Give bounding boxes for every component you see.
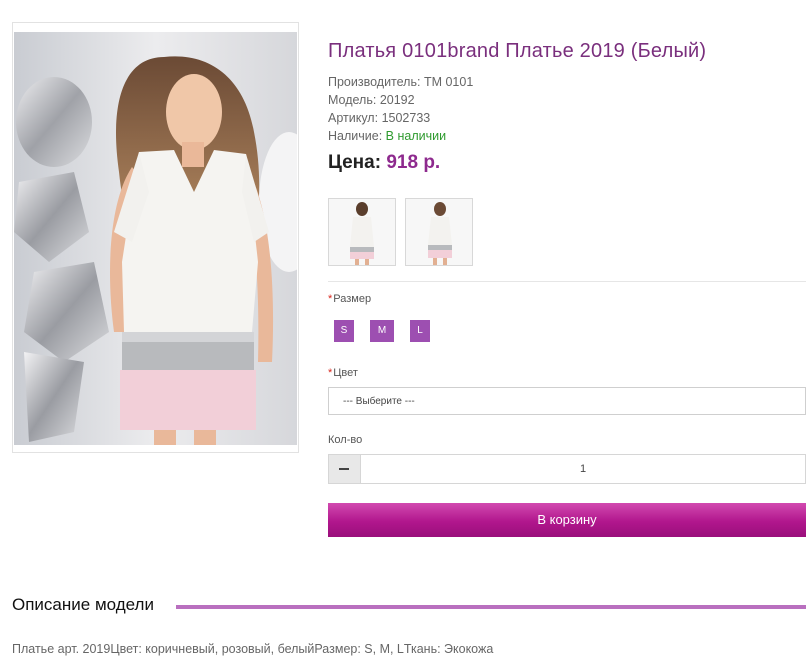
- thumbnail-image: [406, 199, 472, 265]
- model-row: Модель: 20192: [328, 93, 415, 107]
- size-option-m[interactable]: M: [370, 320, 394, 342]
- price-row: Цена: 918 р.: [328, 152, 440, 174]
- product-title: Платья 0101brand Платье 2019 (Белый): [328, 40, 707, 62]
- minus-icon: [339, 468, 349, 470]
- qty-label: Кол-во: [328, 434, 363, 446]
- model-value: 20192: [379, 93, 415, 107]
- product-thumbnail[interactable]: [405, 198, 473, 266]
- color-label-row: *Цвет: [328, 367, 358, 379]
- add-to-cart-button[interactable]: В корзину: [328, 503, 806, 537]
- sku-row: Артикул: 1502733: [328, 111, 430, 125]
- divider: [328, 281, 806, 282]
- size-label-row: *Размер: [328, 293, 371, 305]
- thumbnail-image: [329, 199, 395, 265]
- description-text: Платье арт. 2019Цвет: коричневый, розовы…: [12, 642, 494, 656]
- product-thumbnail[interactable]: [328, 198, 396, 266]
- manufacturer-row: Производитель: TM 0101: [328, 75, 473, 89]
- qty-decrease-button[interactable]: [329, 455, 361, 483]
- sku-label: Артикул:: [328, 111, 379, 125]
- size-option-l[interactable]: L: [410, 320, 430, 342]
- manufacturer-link[interactable]: TM 0101: [424, 75, 473, 89]
- heading-underline: [176, 605, 806, 609]
- description-heading: Описание модели: [12, 595, 160, 615]
- price-value: 918 р.: [386, 152, 441, 173]
- price-label: Цена:: [328, 152, 382, 173]
- required-asterisk: *: [328, 293, 333, 305]
- availability-label: Наличие:: [328, 129, 383, 143]
- size-label: Размер: [333, 293, 372, 305]
- manufacturer-label: Производитель:: [328, 75, 421, 89]
- color-select[interactable]: --- Выберите ---: [328, 387, 806, 415]
- availability-row: Наличие: В наличии: [328, 129, 446, 143]
- quantity-stepper: 1: [328, 454, 806, 484]
- sku-value: 1502733: [381, 111, 431, 125]
- model-label: Модель:: [328, 93, 377, 107]
- availability-status: В наличии: [385, 129, 447, 143]
- size-option-s[interactable]: S: [334, 320, 354, 342]
- product-main-image[interactable]: [12, 22, 299, 453]
- color-label: Цвет: [333, 367, 358, 379]
- required-asterisk: *: [328, 367, 333, 379]
- dress-photo: [14, 32, 297, 445]
- qty-input[interactable]: 1: [361, 455, 805, 483]
